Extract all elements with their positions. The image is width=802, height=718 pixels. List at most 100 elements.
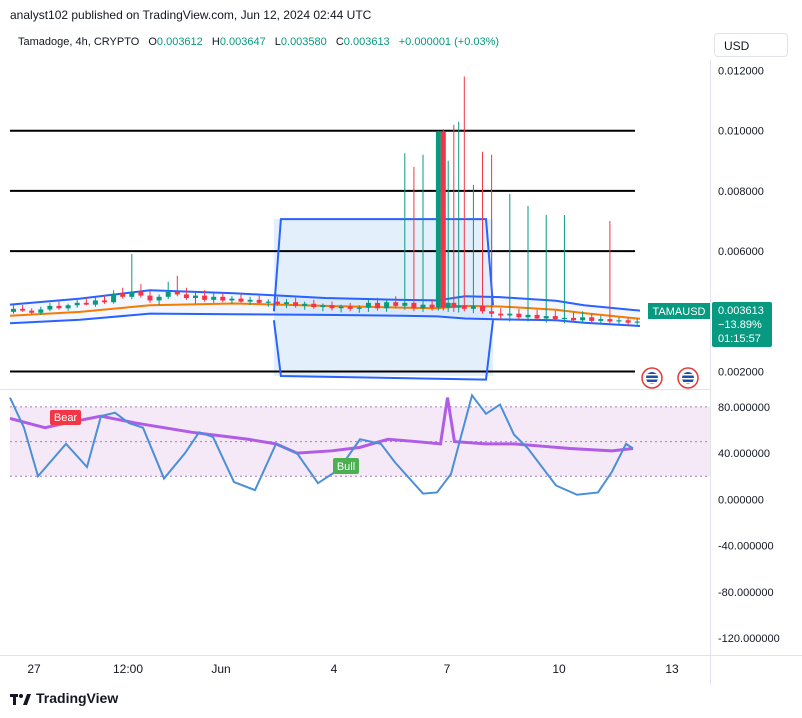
candle-body <box>598 319 604 321</box>
chart-canvas: 0.012000 0.010000 0.008000 0.006000 0.004000… <box>0 60 802 685</box>
candle-body <box>183 294 189 299</box>
candle-body <box>461 305 467 309</box>
event-flag-icon[interactable] <box>641 367 663 389</box>
price-tick-label: 0.004000 <box>718 306 764 318</box>
open-label: O <box>148 36 157 48</box>
time-tick-label: 10 <box>552 662 566 676</box>
oscillator-tick-label: 40.000000 <box>718 448 770 460</box>
footer-brand[interactable]: TradingView <box>10 690 118 706</box>
bull-label: Bull <box>337 461 355 473</box>
change-value: +0.000001 (+0.03%) <box>398 36 500 48</box>
bollinger-upper-line <box>9 289 641 312</box>
price-tag-change: −13.89% <box>718 319 762 331</box>
oscillator-labels: Bear Bull <box>50 410 359 474</box>
candle-body <box>489 311 495 314</box>
candle-body <box>38 309 44 313</box>
candle-body <box>193 295 198 299</box>
price-tag-bg <box>712 302 772 347</box>
candle-body <box>11 308 16 312</box>
time-tick-label: 27 <box>27 662 41 676</box>
candle-body <box>435 131 441 308</box>
time-tick-label: 12:00 <box>113 662 143 676</box>
candle-body <box>92 300 98 305</box>
candle-body <box>111 293 117 303</box>
candle-body <box>516 313 522 318</box>
candle-body <box>29 310 35 313</box>
candle-body <box>329 305 335 309</box>
candle-body <box>338 306 344 309</box>
price-tick-label: 0.012000 <box>718 66 764 78</box>
candle-body <box>393 302 399 306</box>
candle-body <box>589 317 595 321</box>
bear-label-bg <box>50 410 81 425</box>
candle-body <box>456 305 462 308</box>
oscillator-tick-label: 0.000000 <box>718 494 764 506</box>
event-flag-icon[interactable] <box>677 367 699 389</box>
candle-body <box>65 305 71 309</box>
candle-body <box>265 301 271 303</box>
candle-body <box>470 305 476 309</box>
candle-body <box>480 305 485 312</box>
candle-body <box>429 304 435 308</box>
candle-body <box>440 131 446 308</box>
candle-body <box>543 316 549 319</box>
candle-body <box>356 307 362 309</box>
oscillator-axis-ticks: 80.000000 40.000000 0.000000 -40.000000 -80.… <box>718 402 780 645</box>
symbol-tag-bg <box>648 303 710 319</box>
band-fill <box>10 290 640 327</box>
rsi-band <box>10 406 710 477</box>
candle-body <box>365 302 371 308</box>
candle-body <box>625 320 631 323</box>
candle-body <box>47 305 53 310</box>
candle-body <box>411 302 417 309</box>
rsi-band-fill <box>10 406 710 477</box>
high-value: 0.003647 <box>219 36 266 48</box>
oscillator-tick-label: -120.000000 <box>718 633 780 645</box>
open-value: 0.003612 <box>156 36 203 48</box>
time-tick-label: Jun <box>211 662 230 676</box>
candle-body <box>129 291 135 297</box>
candle-body <box>174 292 180 295</box>
moving-average-line <box>9 302 641 320</box>
candle-body <box>74 302 80 306</box>
candle-body <box>156 296 162 301</box>
candle-body <box>284 302 289 305</box>
candle-body <box>238 298 244 302</box>
candle-body <box>571 317 576 321</box>
time-axis-ticks: 27 12:00 Jun 4 7 10 13 <box>27 662 679 676</box>
price-axis-ticks: 0.012000 0.010000 0.008000 0.006000 0.004000… <box>718 66 764 379</box>
candle-body <box>634 321 640 323</box>
price-tick-label: 0.010000 <box>718 126 764 138</box>
price-tag: TAMAUSD 0.003613 −13.89% 01:15:57 <box>648 302 772 347</box>
candle-body <box>384 302 390 309</box>
candle-body <box>56 305 62 309</box>
candle-body <box>165 292 171 297</box>
zone-top-line <box>272 218 494 312</box>
price-tag-countdown: 01:15:57 <box>718 333 761 345</box>
candle-body <box>202 295 208 300</box>
candle-body <box>229 298 235 301</box>
candle-body <box>580 317 586 321</box>
bull-label-bg <box>333 458 359 474</box>
symbol-name: Tamadoge, 4h, CRYPTO <box>18 36 140 48</box>
candle-body <box>498 313 504 316</box>
candle-body <box>347 306 353 309</box>
candle-body <box>138 291 144 296</box>
oscillator-series-line <box>9 397 634 455</box>
price-tag-price: 0.003613 <box>718 305 764 317</box>
symbol-ohlc-bar: Tamadoge, 4h, CRYPTO O0.003612 H0.003647… <box>18 36 499 48</box>
candle-body <box>20 308 26 311</box>
bollinger-bands <box>9 218 641 381</box>
candle-body <box>293 302 299 306</box>
candle-body <box>534 314 540 319</box>
price-tick-label: 0.008000 <box>718 186 764 198</box>
candle-body <box>525 314 531 318</box>
currency-button[interactable]: USD <box>714 33 788 57</box>
close-value: 0.003613 <box>343 36 390 48</box>
zone-fill <box>273 219 493 376</box>
close-label: C <box>335 36 344 48</box>
time-tick-label: 7 <box>444 662 451 676</box>
time-tick-label: 13 <box>665 662 679 676</box>
candles <box>11 76 640 326</box>
candle-body <box>561 317 567 320</box>
